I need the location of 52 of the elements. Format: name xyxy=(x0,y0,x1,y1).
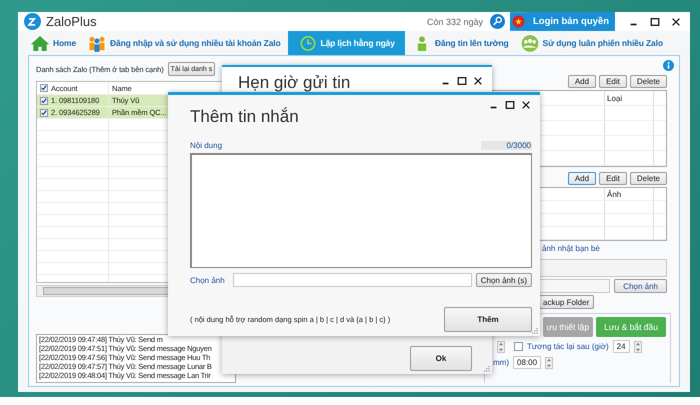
checkbox[interactable] xyxy=(40,96,48,104)
maximize-icon[interactable] xyxy=(650,16,660,26)
checkbox[interactable] xyxy=(40,84,48,92)
backup-folder-button[interactable]: ackup Folder xyxy=(538,295,594,309)
hours-field[interactable]: 24 xyxy=(612,340,630,353)
toolbar-button[interactable]: Add xyxy=(568,75,596,88)
choose-images-button[interactable]: Chọn ảnh (s) xyxy=(476,273,532,287)
toolbar-button[interactable]: Delete xyxy=(630,172,667,185)
toolbar-button[interactable]: Add xyxy=(568,172,596,185)
add-message-button[interactable]: Thêm xyxy=(444,307,532,332)
tab[interactable]: Đăng nhập và sử dụng nhiều tài khoản Zalo xyxy=(83,31,285,55)
content-label: Nội dung xyxy=(190,141,222,150)
close-icon[interactable] xyxy=(671,16,681,26)
group-icon xyxy=(520,34,540,52)
toolbar-button[interactable]: Edit xyxy=(599,75,627,88)
dialog-title: Hẹn giờ gửi tin xyxy=(238,73,350,93)
license-days: Còn 332 ngày xyxy=(426,16,483,26)
toolbar-button[interactable]: Delete xyxy=(630,75,667,88)
time-field[interactable]: 08:00 xyxy=(513,356,542,369)
image-label: Chọn ảnh xyxy=(190,276,225,284)
close-icon[interactable] xyxy=(521,100,531,110)
tab[interactable]: Home xyxy=(26,31,80,55)
choose-image-button[interactable]: Chọn ảnh xyxy=(614,279,667,293)
image-path-field[interactable] xyxy=(232,273,472,287)
message-textarea[interactable] xyxy=(190,153,532,268)
info-icon[interactable] xyxy=(663,60,674,71)
house-icon xyxy=(30,34,50,52)
flag-icon[interactable] xyxy=(510,12,527,31)
maximize-icon[interactable] xyxy=(505,100,515,110)
spin-button[interactable] xyxy=(545,356,554,368)
spin-button[interactable] xyxy=(634,340,642,352)
clock-icon xyxy=(298,34,318,52)
spin-button[interactable] xyxy=(497,340,505,352)
tab[interactable]: Sử dụng luân phiên nhiều Zalo xyxy=(516,31,667,55)
window-title: ZaloPlus xyxy=(46,14,97,29)
time-label: mm) xyxy=(493,358,509,367)
ok-button[interactable]: Ok xyxy=(410,346,472,371)
close-icon[interactable] xyxy=(473,76,483,86)
column-header[interactable]: Ảnh xyxy=(607,190,622,198)
maximize-icon[interactable] xyxy=(457,76,467,86)
resize-grip-icon[interactable] xyxy=(484,366,490,372)
checkbox-label: Tương tác lại sau (giờ) xyxy=(527,342,609,351)
tab[interactable]: Đăng tin lên tường xyxy=(408,31,513,55)
section-label: ảnh nhật bạn bè xyxy=(542,244,601,255)
character-counter: 0/3000 xyxy=(480,141,532,150)
column-header[interactable]: Loại xyxy=(607,94,622,102)
resize-grip-icon[interactable] xyxy=(532,328,538,334)
toolbar-button[interactable]: Edit xyxy=(599,172,627,185)
checkbox[interactable] xyxy=(40,108,48,116)
login-button[interactable]: Login bản quyền xyxy=(527,12,615,31)
people-icon xyxy=(87,34,108,52)
checkbox[interactable] xyxy=(514,342,523,351)
